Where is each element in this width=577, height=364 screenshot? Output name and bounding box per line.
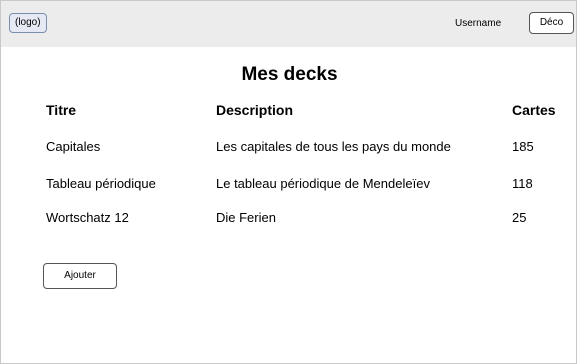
deck-card-count: 185: [512, 139, 534, 154]
app-window: (logo) Username Déco Mes decks Titre Des…: [0, 0, 577, 364]
deck-description: Die Ferien: [216, 210, 276, 225]
column-header-cards: Cartes: [512, 102, 556, 118]
deck-card-count: 118: [512, 176, 533, 191]
deck-title[interactable]: Tableau périodique: [46, 176, 156, 191]
page-title: Mes decks: [241, 64, 338, 85]
add-deck-button[interactable]: Ajouter: [43, 263, 117, 289]
logout-button[interactable]: Déco: [529, 12, 574, 34]
deck-card-count: 25: [512, 210, 527, 225]
deck-description: Les capitales de tous les pays du monde: [216, 139, 451, 154]
deck-title[interactable]: Wortschatz 12: [46, 210, 129, 225]
deck-description: Le tableau périodique de Mendeleïev: [216, 176, 430, 191]
logo-button[interactable]: (logo): [9, 13, 47, 33]
column-header-title: Titre: [46, 102, 77, 118]
top-bar: (logo) Username Déco: [1, 1, 576, 47]
deck-title[interactable]: Capitales: [46, 139, 100, 154]
column-header-description: Description: [216, 102, 294, 118]
username-label: Username: [455, 18, 502, 29]
